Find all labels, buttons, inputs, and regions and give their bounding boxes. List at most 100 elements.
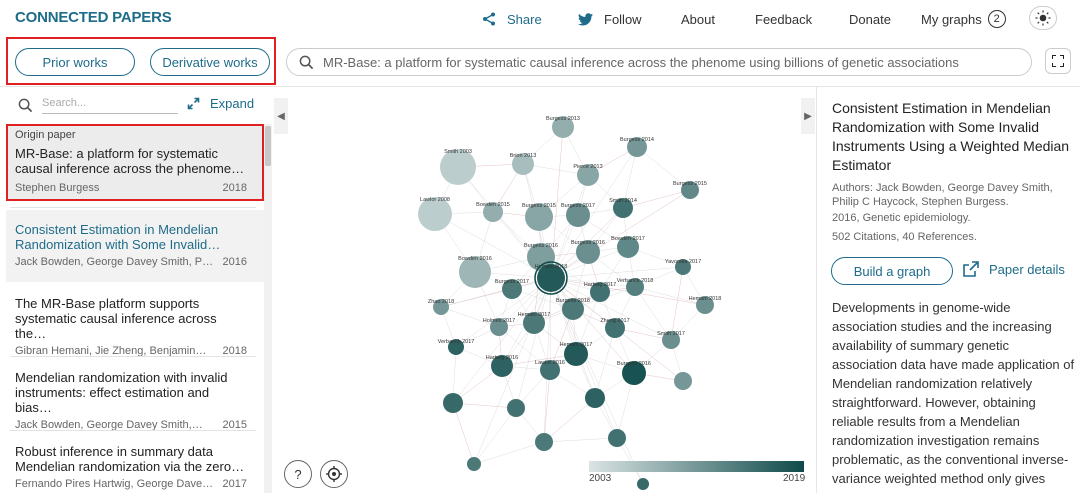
list-divider — [10, 356, 256, 357]
about-label: About — [681, 11, 715, 27]
fullscreen-button[interactable] — [1045, 48, 1071, 74]
build-graph-button[interactable]: Build a graph — [831, 257, 953, 285]
chevron-left-icon: ◀ — [277, 110, 285, 122]
legend-end-year: 2019 — [783, 473, 806, 484]
selected-paper-year-venue: 2016, Genetic epidemiology. — [832, 212, 971, 224]
crosshair-icon — [326, 466, 342, 482]
graph-node[interactable] — [637, 478, 649, 490]
graph-node-label: Burgess 2016 — [617, 361, 651, 367]
search-icon — [299, 55, 314, 70]
expand-icon — [187, 97, 200, 110]
graph-node[interactable] — [585, 388, 605, 408]
graph-node-label: Bowden 2015 — [476, 202, 510, 208]
selected-paper-authors: Authors: Jack Bowden, George Davey Smith… — [832, 182, 1053, 208]
paper-title: Consistent Estimation in Mendelian Rando… — [15, 222, 221, 252]
paper-title: MR-Base: a platform for systematic causa… — [15, 146, 245, 176]
graph-node-label: Hemani 2017 — [560, 342, 593, 348]
graph-node-label: Holmes 2017 — [483, 318, 515, 324]
year-legend-bar — [589, 461, 804, 472]
feedback-label: Feedback — [755, 11, 813, 27]
twitter-icon — [578, 12, 593, 25]
paper-title: The MR-Base platform supports systematic… — [15, 296, 217, 341]
my-graphs-count-badge: 2 — [987, 10, 1006, 28]
derivative-works-button[interactable]: Derivative works — [150, 48, 270, 76]
list-item[interactable]: The MR-Base platform supports systematic… — [6, 296, 256, 357]
expand-label: Expand — [210, 96, 255, 111]
external-link-icon — [963, 261, 979, 277]
search-value: MR-Base: a platform for systematic causa… — [323, 54, 959, 70]
graph-node-label: Burgess 2015 — [522, 203, 556, 209]
recenter-button[interactable] — [320, 460, 348, 488]
selected-paper-citations: 502 Citations, 40 References. — [832, 231, 977, 243]
nav-donate[interactable]: Donate — [849, 0, 891, 38]
list-item-origin[interactable]: Origin paper MR-Base: a platform for sys… — [6, 129, 256, 194]
graph-edge — [594, 327, 616, 399]
paper-authors: Stephen Burgess — [15, 182, 100, 194]
graph-node-label: Lawlor 2016 — [535, 360, 565, 366]
follow-label: Follow — [604, 11, 642, 27]
nav-my-graphs[interactable]: My graphs 2 — [921, 0, 1006, 38]
nav-feedback[interactable]: Feedback — [755, 0, 812, 38]
nav-share[interactable]: Share — [482, 0, 542, 38]
selected-paper-abstract: Developments in genome-wide association … — [832, 300, 1075, 486]
scrollbar-thumb[interactable] — [265, 126, 271, 166]
list-divider — [10, 207, 256, 208]
paper-authors: Fernando Pires Hartwig, George Davey… — [15, 478, 215, 490]
graph-node[interactable] — [467, 457, 481, 471]
graph-node-label: Burgess 2018 — [556, 298, 590, 304]
graph-node[interactable] — [608, 429, 626, 447]
chevron-right-icon: ▶ — [804, 110, 812, 122]
graph-edge — [440, 306, 500, 328]
graph-node-label: Burgess 2016 — [571, 240, 605, 246]
prior-works-button[interactable]: Prior works — [15, 48, 135, 76]
citation-graph[interactable]: Burgess 2013 Burgess 2014 Smith 2003 Brion … — [273, 87, 815, 493]
graph-node[interactable] — [535, 433, 553, 451]
donate-label: Donate — [849, 11, 891, 27]
list-item[interactable]: Mendelian randomization with invalid ins… — [6, 370, 256, 431]
search-icon — [18, 98, 33, 113]
list-search — [18, 98, 33, 113]
paper-meta: Jack Bowden, George Davey Smith, Philip … — [15, 256, 247, 268]
graph-node-label: Burgess 2017 — [495, 279, 529, 285]
graph-edge — [550, 277, 596, 399]
graph-edge — [473, 441, 545, 465]
sun-icon — [1035, 10, 1051, 26]
graph-node[interactable] — [443, 393, 463, 413]
list-item[interactable]: Robust inference in summary data Mendeli… — [6, 444, 256, 490]
list-search-input[interactable]: Search... — [42, 94, 178, 114]
collapse-right-button[interactable]: ▶ — [801, 98, 815, 134]
graph-node[interactable] — [507, 399, 525, 417]
graph-node-label: Hemani 2017 — [518, 312, 551, 318]
nav-follow[interactable]: Follow — [578, 0, 642, 38]
graph-node-label: Yavorska 2017 — [665, 259, 701, 265]
paper-search-input[interactable]: MR-Base: a platform for systematic causa… — [286, 48, 1032, 76]
graph-node-label: Zheng 2017 — [600, 318, 629, 324]
top-bar: CONNECTED PAPERS Share Follow About Feed… — [0, 0, 1080, 38]
theme-toggle[interactable] — [1029, 6, 1057, 30]
app-logo[interactable]: CONNECTED PAPERS — [15, 9, 172, 26]
graph-node[interactable] — [674, 372, 692, 390]
help-icon: ? — [294, 466, 302, 482]
nav-about[interactable]: About — [681, 0, 715, 38]
graph-node-label: Smith 2017 — [657, 331, 685, 337]
graph-node-label: Verbanck 2018 — [617, 278, 654, 284]
paper-year: 2017 — [222, 478, 247, 490]
paper-details-panel: Consistent Estimation in Mendelian Rando… — [816, 87, 1080, 493]
graph-node-label: Pierce 2013 — [573, 164, 602, 170]
graph-edge — [473, 407, 517, 465]
graph-edge — [670, 266, 684, 341]
help-button[interactable]: ? — [284, 460, 312, 488]
collapse-left-button[interactable]: ◀ — [274, 98, 288, 134]
list-item[interactable]: Consistent Estimation in Mendelian Rando… — [6, 222, 256, 268]
list-scrollbar[interactable] — [264, 124, 272, 493]
graph-node-label: Brion 2013 — [510, 153, 537, 159]
expand-button[interactable]: Expand — [187, 96, 254, 111]
legend-start-year: 2003 — [589, 473, 612, 484]
fullscreen-icon — [1052, 55, 1064, 67]
graph-canvas[interactable]: Burgess 2013 Burgess 2014 Smith 2003 Brion … — [273, 87, 815, 493]
paper-details-link[interactable]: Paper details — [963, 261, 1065, 277]
graph-node-label: Smith 2003 — [444, 149, 472, 155]
paper-meta: Fernando Pires Hartwig, George Davey… 201… — [15, 478, 247, 490]
graph-node-label: Hemani 2018 — [689, 296, 722, 302]
list-divider — [10, 430, 256, 431]
